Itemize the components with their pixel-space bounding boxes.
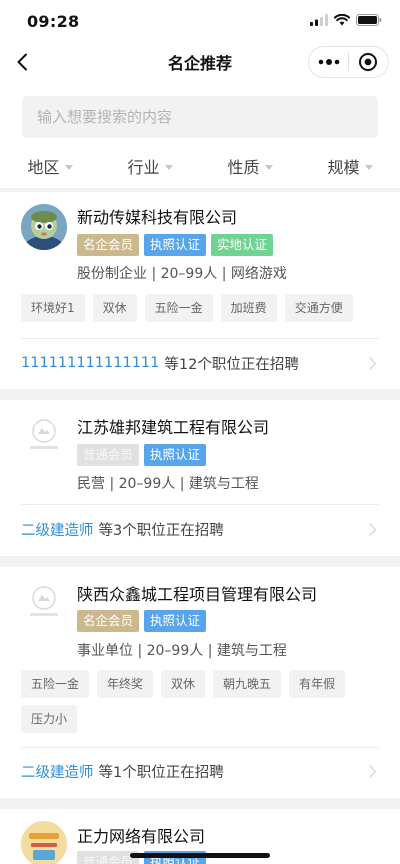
card-divider	[21, 747, 379, 748]
welfare-tag: 有年假	[289, 670, 346, 698]
company-name: 陕西众鑫城工程项目管理有限公司	[77, 585, 318, 604]
welfare-tag: 双休	[161, 670, 206, 698]
filter-label: 地区	[27, 158, 60, 177]
status-time: 09:28	[27, 12, 80, 31]
jobs-count-text: 等1个职位正在招聘	[98, 764, 224, 781]
caret-down-icon	[364, 164, 373, 170]
member-badge: 普通会员	[77, 444, 140, 466]
company-meta: 事业单位 | 20–99人 | 建筑与工程	[77, 643, 287, 659]
company-logo	[21, 204, 67, 250]
status-icons	[310, 14, 382, 26]
card-divider	[21, 504, 379, 505]
company-name: 正力网络有限公司	[77, 827, 206, 846]
member-badge: 名企会员	[77, 610, 140, 632]
jobs-summary-link[interactable]: 111111111111111 等12个职位正在招聘	[21, 350, 379, 376]
welfare-tags: 五险一金 年终奖 双休 朝九晚五 有年假 压力小	[21, 670, 381, 733]
welfare-tag: 加班费	[220, 294, 277, 322]
welfare-tag: 环境好1	[21, 294, 85, 322]
company-name: 新动传媒科技有限公司	[77, 208, 238, 227]
filter-label: 行业	[127, 158, 160, 177]
chevron-right-icon	[368, 764, 377, 779]
license-badge: 执照认证	[144, 444, 207, 466]
jobs-summary-link[interactable]: 二级建造师 等1个职位正在招聘	[21, 758, 379, 784]
close-button[interactable]	[349, 47, 388, 77]
featured-job-title[interactable]: 111111111111111	[21, 355, 159, 371]
filter-scale[interactable]: 规模	[300, 148, 400, 184]
welfare-tags: 环境好1 双休 五险一金 加班费 交通方便	[21, 294, 381, 322]
status-bar: 09:28	[0, 0, 400, 44]
company-card[interactable]: 江苏雄邦建筑工程有限公司 普通会员 执照认证 民营 | 20–99人 | 建筑与…	[0, 400, 400, 556]
company-meta: 股份制企业 | 20–99人 | 网络游戏	[77, 266, 287, 282]
site-verified-badge: 实地认证	[211, 234, 274, 256]
search-box	[22, 96, 378, 138]
license-badge: 执照认证	[144, 234, 207, 256]
member-badge: 名企会员	[77, 234, 140, 256]
featured-job-title[interactable]: 二级建造师	[21, 519, 94, 540]
license-badge: 执照认证	[144, 610, 207, 632]
card-divider	[21, 338, 379, 339]
home-indicator	[130, 853, 270, 858]
battery-icon	[356, 14, 382, 26]
caret-down-icon	[164, 164, 173, 170]
welfare-tag: 朝九晚五	[213, 670, 282, 698]
filter-region[interactable]: 地区	[0, 148, 100, 184]
signal-icon	[310, 14, 328, 26]
welfare-tag: 五险一金	[144, 294, 213, 322]
close-target-icon	[359, 53, 378, 71]
featured-job-title[interactable]: 二级建造师	[21, 761, 94, 782]
badge-row: 名企会员 执照认证	[77, 610, 207, 632]
welfare-tag: 双休	[92, 294, 137, 322]
badge-row: 名企会员 执照认证 实地认证	[77, 234, 274, 256]
badge-row: 普通会员 执照认证	[77, 444, 207, 466]
more-button[interactable]	[309, 47, 348, 77]
jobs-count-text: 等12个职位正在招聘	[164, 356, 299, 373]
welfare-tag: 压力小	[21, 705, 78, 733]
company-card[interactable]: 陕西众鑫城工程项目管理有限公司 名企会员 执照认证 事业单位 | 20–99人 …	[0, 567, 400, 798]
filter-label: 规模	[327, 158, 360, 177]
chevron-right-icon	[368, 356, 377, 371]
section-divider	[0, 798, 400, 809]
company-name: 江苏雄邦建筑工程有限公司	[77, 418, 270, 437]
welfare-tag: 五险一金	[21, 670, 90, 698]
jobs-summary-link[interactable]: 二级建造师 等3个职位正在招聘	[21, 516, 379, 542]
company-logo-placeholder	[21, 412, 67, 458]
wifi-icon	[334, 14, 350, 26]
company-card[interactable]: 新动传媒科技有限公司 名企会员 执照认证 实地认证 股份制企业 | 20–99人…	[0, 192, 400, 389]
company-logo-placeholder	[21, 579, 67, 625]
company-meta: 民营 | 20–99人 | 建筑与工程	[77, 476, 259, 492]
miniprogram-capsule	[308, 46, 389, 78]
welfare-tag: 年终奖	[97, 670, 154, 698]
section-divider	[0, 389, 400, 400]
nav-bar: 名企推荐	[0, 44, 400, 80]
section-divider	[0, 556, 400, 567]
filter-bar: 地区 行业 性质 规模	[0, 148, 400, 184]
caret-down-icon	[64, 164, 73, 170]
jobs-count-text: 等3个职位正在招聘	[98, 522, 224, 539]
more-dots-icon	[318, 59, 339, 65]
filter-industry[interactable]: 行业	[100, 148, 200, 184]
company-logo	[21, 821, 67, 864]
welfare-tag: 交通方便	[284, 294, 353, 322]
filter-label: 性质	[227, 158, 260, 177]
search-input[interactable]	[37, 108, 357, 126]
chevron-right-icon	[368, 522, 377, 537]
caret-down-icon	[264, 164, 273, 170]
filter-nature[interactable]: 性质	[200, 148, 300, 184]
